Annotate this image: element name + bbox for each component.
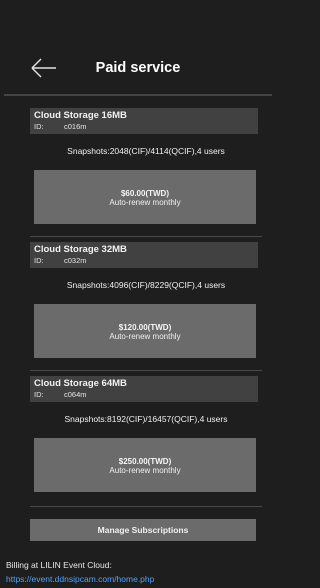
- plan-id-value: c016m: [64, 122, 87, 131]
- plan-id-label: ID:: [34, 122, 44, 131]
- plan-name-box: Cloud Storage 32MB ID: c032m: [30, 242, 258, 268]
- plan-id-label: ID:: [34, 256, 44, 265]
- plan-id-label: ID:: [34, 390, 44, 399]
- billing-label: Billing at LILIN Event Cloud:: [6, 560, 112, 570]
- renew-text: Auto-renew monthly: [109, 198, 181, 207]
- page-title: Paid service: [95, 60, 181, 76]
- subscribe-button-16mb[interactable]: $60.00(TWD) Auto-renew monthly: [34, 170, 256, 224]
- subscribe-button-64mb[interactable]: $250.00(TWD) Auto-renew monthly: [34, 438, 256, 492]
- app-header: Paid service: [0, 0, 276, 96]
- plan-snapshots: Snapshots:8192(CIF)/16457(QCIF),4 users: [64, 414, 228, 424]
- plan-snapshots: Snapshots:2048(CIF)/4114(QCIF),4 users: [67, 146, 225, 156]
- plan-separator: [30, 236, 262, 237]
- price-text: $250.00(TWD): [118, 457, 172, 466]
- plan-separator: [30, 506, 262, 507]
- subscribe-button-32mb[interactable]: $120.00(TWD) Auto-renew monthly: [34, 304, 256, 358]
- plan-name-box: Cloud Storage 16MB ID: c016m: [30, 108, 258, 134]
- price-text: $120.00(TWD): [118, 323, 172, 332]
- plan-name: Cloud Storage 32MB: [34, 244, 127, 255]
- header-divider: [4, 94, 272, 96]
- price-text: $60.00(TWD): [120, 189, 169, 198]
- plan-id-value: c064m: [64, 390, 87, 399]
- plan-name-box: Cloud Storage 64MB ID: c064m: [30, 376, 258, 402]
- plan-separator: [30, 370, 262, 371]
- plan-name: Cloud Storage 64MB: [34, 378, 127, 389]
- renew-text: Auto-renew monthly: [109, 332, 181, 341]
- billing-link[interactable]: https://event.ddnsipcam.com/home.php: [6, 574, 154, 584]
- plan-name: Cloud Storage 16MB: [34, 110, 127, 121]
- plan-id-value: c032m: [64, 256, 87, 265]
- plan-snapshots: Snapshots:4096(CIF)/8229(QCIF),4 users: [66, 280, 226, 290]
- manage-subscriptions-button[interactable]: Manage Subscriptions: [30, 519, 256, 541]
- renew-text: Auto-renew monthly: [109, 466, 181, 475]
